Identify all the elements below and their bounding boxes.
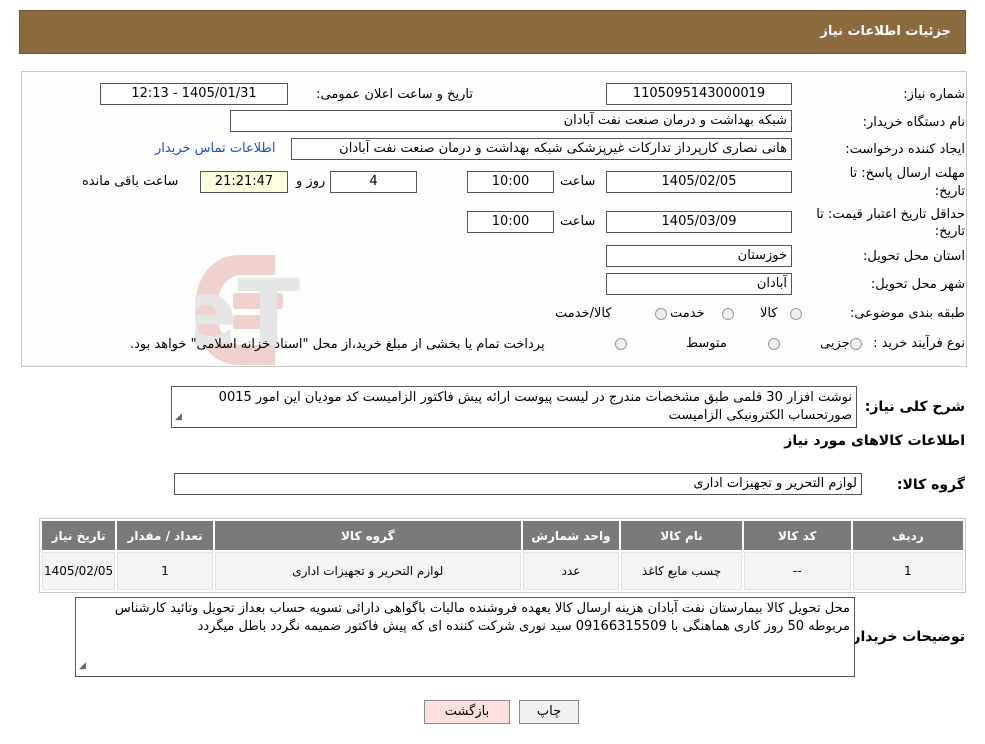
buyer-contact-link[interactable]: اطلاعات تماس خریدار <box>155 141 275 156</box>
resize-grip-icon[interactable]: ◢ <box>79 657 86 675</box>
table-header-row: ردیف کد کالا نام کالا واحد شمارش گروه کا… <box>42 521 963 550</box>
cell-item-code: -- <box>743 552 851 590</box>
goods-group-field: لوازم التحریر و تجهیزات اداری <box>174 473 862 495</box>
city-label: شهر محل تحویل: <box>870 277 965 292</box>
deadline-time-label: ساعت <box>560 174 596 189</box>
price-validity-label: حداقل تاریخ اعتبار قیمت: تا <box>816 207 965 222</box>
category-goods-label: کالا <box>760 306 778 321</box>
category-goods-service-radio[interactable] <box>655 308 667 320</box>
validity-time-label: ساعت <box>560 214 596 229</box>
category-label: طبقه بندی موضوعی: <box>849 306 965 321</box>
buyer-org-label: نام دستگاه خریدار: <box>862 115 965 130</box>
deadline-time-field: 10:00 <box>467 171 554 193</box>
col-quantity: تعداد / مقدار <box>117 521 213 550</box>
announce-datetime-field: 1405/01/31 - 12:13 <box>100 83 288 105</box>
buyer-notes-textarea: محل تحویل کالا بیمارستان نفت آبادان هزین… <box>75 597 855 677</box>
table-row: 1 -- چسب مایع کاغذ عدد لوازم التحریر و ت… <box>42 552 963 590</box>
process-minor-radio[interactable] <box>850 338 862 350</box>
back-button[interactable]: بازگشت <box>424 700 510 724</box>
goods-table: ردیف کد کالا نام کالا واحد شمارش گروه کا… <box>39 518 966 593</box>
need-number-field: 1105095143000019 <box>606 83 792 105</box>
col-need-date: تاریخ نیاز <box>42 521 116 550</box>
resize-grip-icon[interactable]: ◢ <box>175 408 182 426</box>
remaining-time-label: ساعت باقی مانده <box>82 174 179 189</box>
deadline-label-date: تاریخ: <box>934 184 965 199</box>
cell-quantity: 1 <box>117 552 213 590</box>
buyer-notes-label: توضیحات خریدار: <box>846 629 965 645</box>
process-type-label: نوع فرآیند خرید : <box>873 336 965 351</box>
col-item-code: کد کالا <box>743 521 851 550</box>
cell-item-name: چسب مایع کاغذ <box>621 552 742 590</box>
deadline-date-field: 1405/02/05 <box>606 171 792 193</box>
requester-label: ایجاد کننده درخواست: <box>845 142 965 157</box>
print-button[interactable]: چاپ <box>519 700 579 724</box>
process-medium-radio[interactable] <box>768 338 780 350</box>
cell-need-date: 1405/02/05 <box>42 552 116 590</box>
buyer-org-field: شبکه بهداشت و درمان صنعت نفت آبادان <box>230 110 792 132</box>
col-item-name: نام کالا <box>621 521 742 550</box>
page-header: جزئیات اطلاعات نیاز <box>19 10 966 54</box>
validity-time-field: 10:00 <box>467 211 554 233</box>
description-text: نوشت افزار 30 قلمی طبق مشخصات مندرج در ل… <box>218 390 852 423</box>
col-unit: واحد شمارش <box>522 521 620 550</box>
province-field: خوزستان <box>606 245 792 267</box>
process-medium-label: متوسط <box>686 336 727 351</box>
price-validity-label-date: تاریخ: <box>934 224 965 239</box>
category-service-label: خدمت <box>670 306 705 321</box>
announce-label: تاریخ و ساعت اعلان عمومی: <box>316 87 473 102</box>
goods-group-label: گروه کالا: <box>896 477 965 493</box>
cell-item-group: لوازم التحریر و تجهیزات اداری <box>214 552 521 590</box>
description-label: شرح کلی نیاز: <box>864 399 965 415</box>
category-service-radio[interactable] <box>722 308 734 320</box>
requester-field: هانی نصاری کارپرداز تدارکات غیرپزشکی شبک… <box>291 138 792 160</box>
days-remaining-field: 4 <box>330 171 417 193</box>
col-row-number: ردیف <box>852 521 963 550</box>
cell-row-number: 1 <box>852 552 963 590</box>
city-field: آبادان <box>606 273 792 295</box>
buyer-notes-text: محل تحویل کالا بیمارستان نفت آبادان هزین… <box>114 601 850 634</box>
remaining-time-field: 21:21:47 <box>200 171 288 193</box>
col-item-group: گروه کالا <box>214 521 521 550</box>
description-textarea: نوشت افزار 30 قلمی طبق مشخصات مندرج در ل… <box>171 386 857 428</box>
treasury-note: پرداخت تمام یا بخشی از مبلغ خرید،از محل … <box>130 337 545 352</box>
process-treasury-radio[interactable] <box>615 338 627 350</box>
category-goods-service-label: کالا/خدمت <box>555 306 612 321</box>
process-minor-label: جزیی <box>820 336 850 351</box>
days-label: روز و <box>296 174 326 189</box>
cell-unit: عدد <box>522 552 620 590</box>
need-number-label: شماره نیاز: <box>903 87 965 102</box>
page-title: جزئیات اطلاعات نیاز <box>820 24 951 39</box>
category-goods-radio[interactable] <box>790 308 802 320</box>
goods-info-title: اطلاعات کالاهای مورد نیاز <box>784 433 965 449</box>
validity-date-field: 1405/03/09 <box>606 211 792 233</box>
deadline-label: مهلت ارسال پاسخ: تا <box>849 166 965 181</box>
province-label: استان محل تحویل: <box>863 249 965 264</box>
